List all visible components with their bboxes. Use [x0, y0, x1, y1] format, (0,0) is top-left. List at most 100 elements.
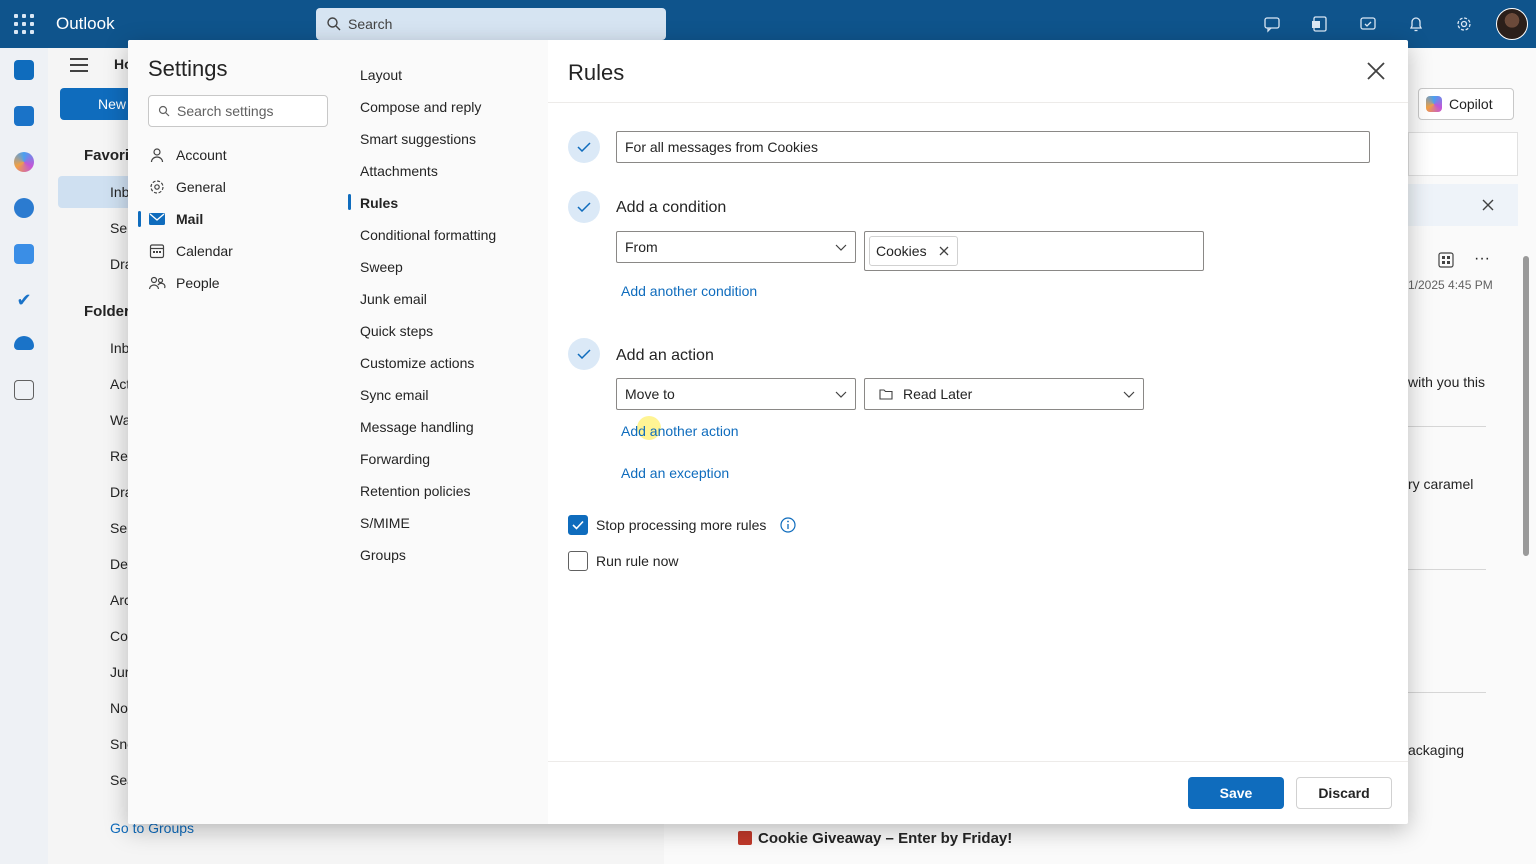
avatar[interactable]: [1496, 8, 1528, 40]
folder-item[interactable]: Co: [110, 628, 128, 644]
message-subject[interactable]: Cookie Giveaway – Enter by Friday!: [738, 830, 1012, 847]
section-conditional-formatting[interactable]: Conditional formatting: [360, 227, 496, 243]
message-snippet: ackaging: [1408, 742, 1465, 758]
groups-app-icon[interactable]: [14, 244, 34, 264]
people-app-icon[interactable]: [14, 198, 34, 218]
section-attachments[interactable]: Attachments: [360, 163, 438, 179]
more-icon[interactable]: ···: [1474, 250, 1490, 268]
divider: [1408, 692, 1486, 693]
folders-header[interactable]: Folder: [84, 303, 130, 320]
rule-name-input[interactable]: For all messages from Cookies: [616, 131, 1370, 163]
calendar-app-icon[interactable]: [14, 106, 34, 126]
settings-search-input[interactable]: Search settings: [148, 95, 328, 127]
app-title[interactable]: Outlook: [56, 14, 115, 34]
feedback-icon[interactable]: [1356, 12, 1380, 36]
section-sweep[interactable]: Sweep: [360, 259, 403, 275]
remove-icon[interactable]: [939, 246, 949, 256]
run-rule-now-checkbox[interactable]: [568, 551, 588, 571]
stop-processing-label: Stop processing more rules: [596, 517, 767, 533]
fav-item[interactable]: Se: [110, 220, 127, 236]
category-label: Calendar: [176, 243, 233, 259]
app-rail: ✔: [0, 48, 48, 864]
menu-icon[interactable]: [70, 58, 88, 72]
section-junk-email[interactable]: Junk email: [360, 291, 427, 307]
copilot-button[interactable]: Copilot: [1418, 88, 1514, 120]
mail-app-icon[interactable]: [14, 60, 34, 80]
add-condition-link[interactable]: Add another condition: [621, 283, 757, 299]
copilot-label: Copilot: [1449, 96, 1493, 112]
search-placeholder: Search: [348, 16, 393, 32]
folder-dropdown-value: Read Later: [903, 386, 973, 402]
close-icon[interactable]: [1364, 59, 1388, 83]
word-icon[interactable]: [1308, 12, 1332, 36]
run-rule-now-label: Run rule now: [596, 553, 679, 569]
gear-icon[interactable]: [1452, 12, 1476, 36]
discard-button[interactable]: Discard: [1296, 777, 1392, 809]
step-check-icon: [568, 338, 600, 370]
add-action-link[interactable]: Add another action: [621, 423, 739, 439]
section-smime[interactable]: S/MIME: [360, 515, 410, 531]
apps-icon[interactable]: [1438, 252, 1454, 268]
add-exception-link[interactable]: Add an exception: [621, 465, 729, 481]
teams-chat-icon[interactable]: [1260, 12, 1284, 36]
section-customize-actions[interactable]: Customize actions: [360, 355, 474, 371]
divider: [1408, 569, 1486, 570]
message-snippet: ry caramel: [1408, 476, 1474, 492]
action-dropdown[interactable]: Move to: [616, 378, 856, 410]
message-date: 1/2025 4:45 PM: [1408, 278, 1493, 292]
section-compose-and-reply[interactable]: Compose and reply: [360, 99, 481, 115]
section-sync-email[interactable]: Sync email: [360, 387, 428, 403]
fav-item[interactable]: Inb: [110, 184, 129, 200]
bg-banner: [1408, 184, 1518, 226]
section-message-handling[interactable]: Message handling: [360, 419, 474, 435]
gear-icon: [148, 178, 166, 196]
folder-dropdown[interactable]: Read Later: [864, 378, 1144, 410]
todo-app-icon[interactable]: ✔: [14, 290, 34, 310]
chevron-down-icon: [835, 391, 847, 398]
section-groups[interactable]: Groups: [360, 547, 406, 563]
category-label: Account: [176, 147, 227, 163]
action-dropdown-value: Move to: [625, 386, 675, 402]
section-quick-steps[interactable]: Quick steps: [360, 323, 433, 339]
folder-item[interactable]: No: [110, 700, 128, 716]
sender-picker[interactable]: Cookies: [864, 231, 1204, 271]
more-apps-icon[interactable]: [14, 380, 34, 400]
category-people[interactable]: People: [148, 269, 220, 297]
category-mail[interactable]: Mail: [148, 205, 203, 233]
section-retention-policies[interactable]: Retention policies: [360, 483, 471, 499]
onedrive-app-icon[interactable]: [14, 336, 34, 350]
condition-dropdown[interactable]: From: [616, 231, 856, 263]
copilot-app-icon[interactable]: [14, 152, 34, 172]
copilot-icon: [1426, 96, 1442, 112]
section-layout[interactable]: Layout: [360, 67, 402, 83]
info-icon[interactable]: [780, 517, 796, 533]
section-forwarding[interactable]: Forwarding: [360, 451, 430, 467]
favorites-header[interactable]: Favori: [84, 147, 129, 164]
sender-chip[interactable]: Cookies: [869, 236, 958, 266]
divider: [1408, 426, 1486, 427]
search-icon: [327, 17, 341, 31]
footer-divider: [548, 761, 1408, 762]
scrollbar[interactable]: [1523, 256, 1529, 556]
stop-processing-checkbox[interactable]: [568, 515, 588, 535]
folder-item[interactable]: Se: [110, 520, 127, 536]
close-icon[interactable]: [1481, 198, 1495, 212]
search-box[interactable]: Search: [316, 8, 666, 40]
category-calendar[interactable]: Calendar: [148, 237, 233, 265]
header-divider: [548, 102, 1408, 103]
app-launcher-icon[interactable]: [12, 12, 36, 36]
chevron-down-icon: [1123, 391, 1135, 398]
section-smart-suggestions[interactable]: Smart suggestions: [360, 131, 476, 147]
category-label: General: [176, 179, 226, 195]
bell-icon[interactable]: [1404, 12, 1428, 36]
category-label: People: [176, 275, 220, 291]
message-snippet: with you this: [1408, 374, 1486, 390]
category-general[interactable]: General: [148, 173, 226, 201]
folder-item[interactable]: Jur: [110, 664, 129, 680]
gift-icon: [738, 831, 752, 845]
section-rules[interactable]: Rules: [360, 195, 398, 211]
folder-item[interactable]: Inb: [110, 340, 129, 356]
category-account[interactable]: Account: [148, 141, 227, 169]
save-button[interactable]: Save: [1188, 777, 1284, 809]
settings-search-placeholder: Search settings: [177, 103, 274, 119]
